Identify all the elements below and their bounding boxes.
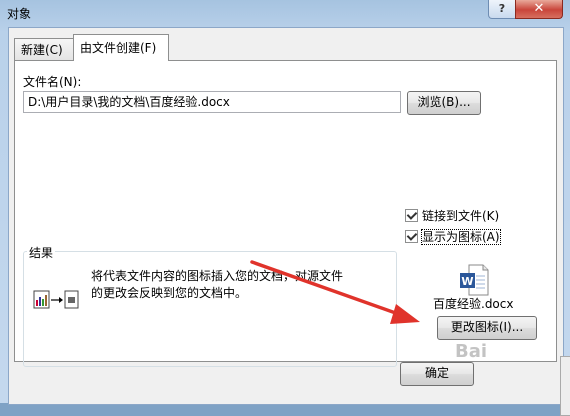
window-title: 对象	[7, 7, 32, 21]
file-name-input[interactable]: D:\用户目录\我的文档\百度经验.docx	[23, 91, 401, 113]
tab-panel: 文件名(N): D:\用户目录\我的文档\百度经验.docx 浏览(B)... …	[14, 60, 557, 367]
display-as-icon-checkbox[interactable]: 显示为图标(A)	[405, 228, 501, 245]
result-label: 结果	[27, 244, 56, 261]
object-dialog: 对象 ? ✕ 新建(C) 由文件创建(F) 文件名(N): D:\用户目录\我的…	[0, 0, 570, 416]
link-to-file-label: 链接到文件(K)	[422, 209, 500, 223]
link-to-file-checkbox[interactable]: 链接到文件(K)	[405, 207, 499, 224]
checkbox-checked-icon	[405, 230, 418, 243]
icon-caption: 百度经验.docx	[433, 297, 514, 311]
help-button[interactable]: ?	[488, 0, 516, 19]
close-button[interactable]: ✕	[515, 0, 563, 19]
link-object-icon	[33, 290, 79, 309]
scrollbar[interactable]	[560, 356, 570, 416]
tab-create-new[interactable]: 新建(C)	[14, 38, 78, 61]
title-bar[interactable]: 对象 ? ✕	[0, 0, 570, 26]
checkbox-checked-icon	[405, 209, 418, 222]
browse-button[interactable]: 浏览(B)...	[407, 91, 481, 115]
tab-create-from-file[interactable]: 由文件创建(F)	[73, 34, 169, 61]
file-name-label: 文件名(N):	[23, 75, 82, 89]
ok-button[interactable]: 确定	[400, 362, 474, 386]
result-description: 将代表文件内容的图标插入您的文档，对源文件的更改会反映到您的文档中。	[91, 269, 344, 300]
watermark: Bai	[455, 341, 488, 362]
svg-text:W: W	[461, 275, 473, 288]
word-document-icon: W	[460, 264, 489, 296]
display-as-icon-label: 显示为图标(A)	[421, 229, 501, 245]
change-icon-button[interactable]: 更改图标(I)...	[437, 316, 537, 340]
